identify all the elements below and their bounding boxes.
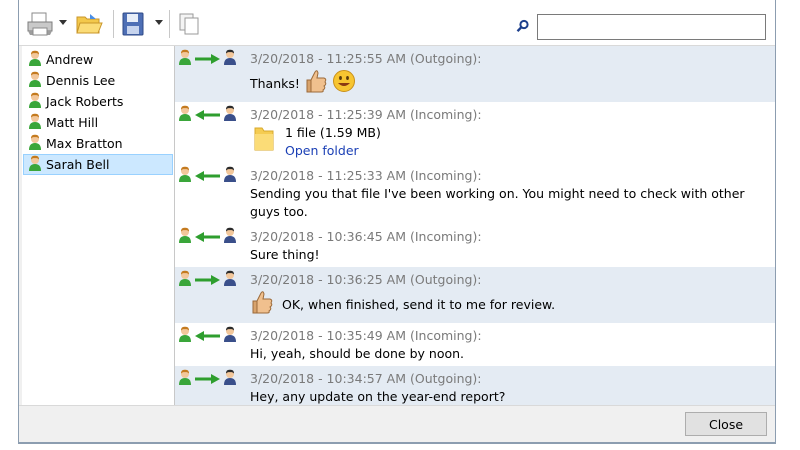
contact-person-icon <box>223 166 237 185</box>
floppy-disk-icon <box>122 12 144 36</box>
smiley-icon <box>332 69 356 98</box>
message-history-window: Andrew Dennis Lee Jack Roberts Matt Hill Max… <box>18 0 776 444</box>
sender-person-icon <box>178 270 192 289</box>
contact-person-icon <box>28 113 42 132</box>
message-text: OK, when finished, send it to me for rev… <box>282 296 556 312</box>
sender-person-icon <box>178 227 192 246</box>
contact-item[interactable]: Jack Roberts <box>23 91 173 112</box>
message-timestamp: 3/20/2018 - 10:36:45 AM (Incoming): <box>250 229 482 244</box>
contact-person-icon <box>28 92 42 111</box>
message-text: Hey, any update on the year-end report? <box>250 389 506 404</box>
folder-open-icon <box>76 14 103 34</box>
sender-person-icon <box>178 166 192 185</box>
outgoing-message: 3/20/2018 - 11:25:55 AM (Outgoing): Thank… <box>175 46 775 102</box>
sender-person-icon <box>178 326 192 345</box>
copy-icon <box>179 13 199 35</box>
sender-person-icon <box>178 49 192 68</box>
open-folder-link[interactable]: Open folder <box>285 142 381 160</box>
arrow-right-icon <box>194 274 221 286</box>
thumbs-up-icon <box>250 289 274 320</box>
save-button[interactable] <box>119 10 147 38</box>
message-timestamp: 3/20/2018 - 10:36:25 AM (Outgoing): <box>250 272 482 287</box>
copy-button[interactable] <box>175 10 203 38</box>
print-button[interactable] <box>25 10 55 38</box>
contact-person-icon <box>28 50 42 69</box>
contact-person-icon <box>223 326 237 345</box>
message-text: Sure thing! <box>250 247 320 262</box>
contact-person-icon <box>28 134 42 153</box>
contact-list: Andrew Dennis Lee Jack Roberts Matt Hill Max… <box>22 46 175 405</box>
contact-item[interactable]: Sarah Bell <box>23 154 173 175</box>
open-button[interactable] <box>74 10 104 38</box>
save-dropdown-arrow[interactable] <box>155 20 163 25</box>
contact-person-icon <box>28 155 42 174</box>
outgoing-message: 3/20/2018 - 10:34:57 AM (Outgoing): Hey, … <box>175 366 775 405</box>
direction-indicator <box>175 105 250 124</box>
folder-icon <box>253 124 275 157</box>
outgoing-message: 3/20/2018 - 10:36:25 AM (Outgoing): OK, w… <box>175 267 775 323</box>
contact-person-icon <box>223 227 237 246</box>
contact-person-icon <box>28 71 42 90</box>
message-timestamp: 3/20/2018 - 10:34:57 AM (Outgoing): <box>250 371 482 386</box>
contact-item[interactable]: Andrew <box>23 49 173 70</box>
file-size-label: 1 file (1.59 MB) <box>285 125 381 140</box>
incoming-message: 3/20/2018 - 10:35:49 AM (Incoming): Hi, y… <box>175 323 775 366</box>
arrow-left-icon <box>194 109 221 121</box>
contact-item[interactable]: Dennis Lee <box>23 70 173 91</box>
direction-indicator <box>175 270 250 289</box>
footer-bar: Close <box>19 405 775 442</box>
search-input[interactable] <box>537 14 766 40</box>
thumbs-up-icon <box>304 68 328 99</box>
direction-indicator <box>175 166 250 185</box>
direction-indicator <box>175 49 250 68</box>
arrow-left-icon <box>194 330 221 342</box>
arrow-left-icon <box>194 170 221 182</box>
message-timestamp: 3/20/2018 - 11:25:55 AM (Outgoing): <box>250 51 482 66</box>
incoming-message: 3/20/2018 - 11:25:39 AM (Incoming): 1 fil… <box>175 102 775 163</box>
sender-person-icon <box>178 105 192 124</box>
print-dropdown-arrow[interactable] <box>59 20 67 25</box>
toolbar <box>19 0 775 46</box>
close-button[interactable]: Close <box>685 412 767 436</box>
message-timestamp: 3/20/2018 - 11:25:39 AM (Incoming): <box>250 107 482 122</box>
message-timestamp: 3/20/2018 - 11:25:33 AM (Incoming): <box>250 168 482 183</box>
contact-person-icon <box>223 270 237 289</box>
incoming-message: 3/20/2018 - 10:36:45 AM (Incoming): Sure … <box>175 224 775 267</box>
arrow-right-icon <box>194 373 221 385</box>
contact-person-icon <box>223 49 237 68</box>
message-list: 3/20/2018 - 11:25:55 AM (Outgoing): Thank… <box>175 46 775 405</box>
direction-indicator <box>175 227 250 246</box>
magnifier-icon <box>516 19 529 33</box>
direction-indicator <box>175 369 250 388</box>
contact-name: Max Bratton <box>46 136 123 151</box>
direction-indicator <box>175 326 250 345</box>
arrow-right-icon <box>194 53 221 65</box>
contact-name: Sarah Bell <box>46 157 110 172</box>
contact-name: Jack Roberts <box>46 94 124 109</box>
toolbar-separator <box>169 10 170 38</box>
contact-name: Andrew <box>46 52 94 67</box>
message-timestamp: 3/20/2018 - 10:35:49 AM (Incoming): <box>250 328 482 343</box>
contact-name: Matt Hill <box>46 115 99 130</box>
message-text: Hi, yeah, should be done by noon. <box>250 346 465 361</box>
contact-item[interactable]: Matt Hill <box>23 112 173 133</box>
contact-person-icon <box>223 369 237 388</box>
arrow-left-icon <box>194 231 221 243</box>
incoming-message: 3/20/2018 - 11:25:33 AM (Incoming): Sendi… <box>175 163 775 224</box>
contact-person-icon <box>223 105 237 124</box>
contact-name: Dennis Lee <box>46 73 116 88</box>
printer-icon <box>27 12 53 36</box>
sender-person-icon <box>178 369 192 388</box>
message-text: Sending you that file I've been working … <box>250 186 745 219</box>
toolbar-separator <box>113 10 114 38</box>
message-text: Thanks! <box>250 75 300 91</box>
contact-item[interactable]: Max Bratton <box>23 133 173 154</box>
